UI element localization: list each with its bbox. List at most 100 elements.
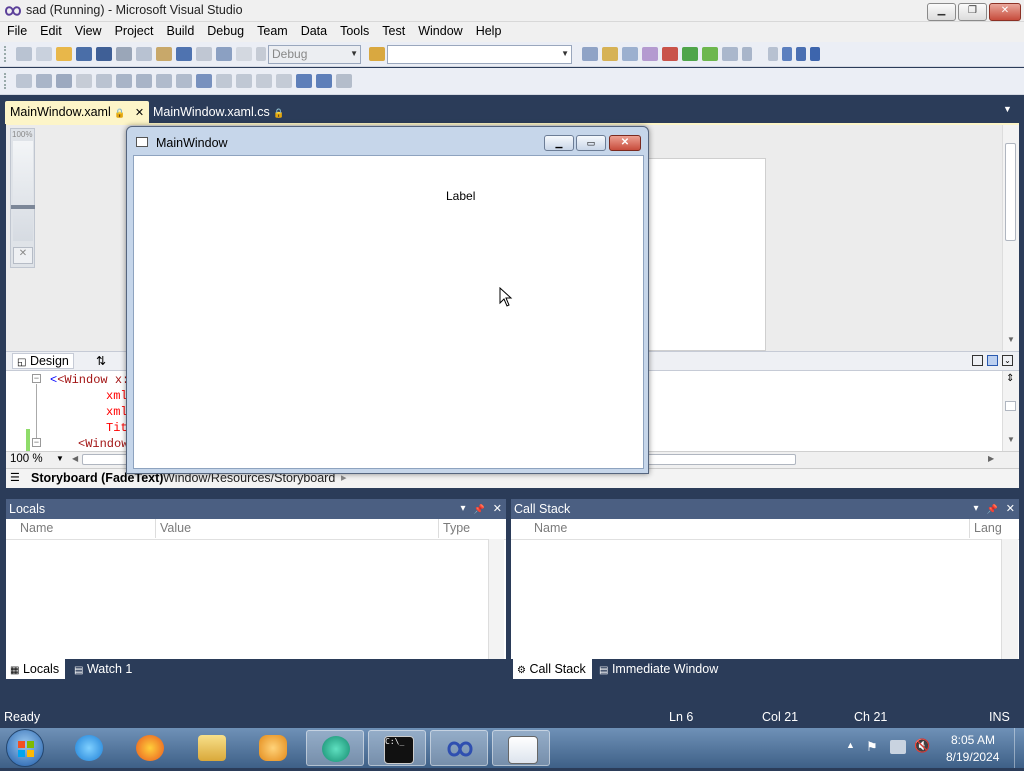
paste-icon[interactable] <box>156 47 172 61</box>
clock-date[interactable]: 8/19/2024 <box>946 750 999 764</box>
volume-muted-icon[interactable]: 🔇 <box>914 738 930 754</box>
network-icon[interactable] <box>890 740 906 754</box>
taskbar-notepad[interactable] <box>492 730 550 766</box>
taskbar-explorer[interactable] <box>183 730 241 766</box>
column-language[interactable]: Lang <box>969 519 1002 538</box>
start-page-icon[interactable] <box>682 47 698 61</box>
call-stack-grid[interactable]: Name Lang <box>511 519 1019 659</box>
pane-dropdown-icon[interactable]: ▾ <box>974 499 979 519</box>
menu-debug[interactable]: Debug <box>200 22 250 38</box>
uncomment-icon[interactable] <box>236 74 252 88</box>
menu-tools[interactable]: Tools <box>333 22 375 38</box>
menu-help[interactable]: Help <box>469 22 508 38</box>
show-desktop-button[interactable] <box>1014 728 1024 768</box>
new-project-icon[interactable] <box>16 47 32 61</box>
pin-icon[interactable]: 📌 <box>987 499 998 519</box>
pane-close-icon[interactable]: ✕ <box>1006 499 1015 519</box>
properties-icon[interactable] <box>602 47 618 61</box>
solution-config-select[interactable]: Debug ▼ <box>268 44 361 64</box>
tab-call-stack[interactable]: ⚙ Call Stack <box>513 659 592 679</box>
scroll-right-icon[interactable]: ▶ <box>988 454 994 463</box>
find-combo[interactable]: ▼ <box>387 44 572 64</box>
scroll-thumb[interactable] <box>1005 143 1016 241</box>
split-handle-icon[interactable]: ⇕ <box>1006 373 1014 384</box>
command-window-icon[interactable] <box>722 47 738 61</box>
menu-edit[interactable]: Edit <box>33 22 68 38</box>
extension-manager-icon[interactable] <box>702 47 718 61</box>
open-file-icon[interactable] <box>56 47 72 61</box>
tab-overflow-icon[interactable]: ▼ <box>1003 104 1012 114</box>
align-grid-icon[interactable] <box>16 74 32 88</box>
tab-mainwindow-xaml-cs[interactable]: MainWindow.xaml.cs 🔒 <box>150 101 287 123</box>
prev-bookmark-icon[interactable] <box>276 74 292 88</box>
continue-icon[interactable] <box>768 47 778 61</box>
save-icon[interactable] <box>76 47 92 61</box>
zoom-track[interactable] <box>13 141 33 241</box>
pane-close-icon[interactable]: ✕ <box>493 499 502 519</box>
collapse-pane-icon[interactable]: ⌄ <box>1002 355 1013 366</box>
close-tab-icon[interactable]: ✕ <box>135 107 144 119</box>
rectangle-icon[interactable] <box>196 74 212 88</box>
pin-icon[interactable]: 📌 <box>474 499 485 519</box>
navigate-icon[interactable] <box>216 47 232 61</box>
clear-bookmarks-icon[interactable] <box>316 74 332 88</box>
swap-panes-icon[interactable]: ⇅ <box>96 354 106 368</box>
redo-icon[interactable] <box>196 47 212 61</box>
bookmark-icon[interactable] <box>256 74 272 88</box>
clock-time[interactable]: 8:05 AM <box>951 733 995 747</box>
cut-icon[interactable] <box>116 47 132 61</box>
menu-build[interactable]: Build <box>159 22 200 38</box>
column-name[interactable]: Name <box>534 519 567 538</box>
column-type[interactable]: Type <box>438 519 470 538</box>
find-in-files-icon[interactable] <box>369 47 385 61</box>
zoom-dropdown-icon[interactable]: ▼ <box>56 454 64 463</box>
restart-icon[interactable] <box>810 47 820 61</box>
action-center-flag-icon[interactable]: ⚑ <box>866 739 878 755</box>
horizontal-split-icon[interactable] <box>987 355 998 366</box>
tab-watch-1[interactable]: ▤ Watch 1 <box>70 659 138 679</box>
spacing-icon[interactable] <box>96 74 112 88</box>
vertical-split-icon[interactable] <box>972 355 983 366</box>
tab-immediate-window[interactable]: ▤ Immediate Window <box>595 659 724 679</box>
running-main-window[interactable]: MainWindow ▁ ▭ ✕ Label <box>126 126 649 474</box>
column-name[interactable]: Name <box>20 519 53 538</box>
running-minimize-button[interactable]: ▁ <box>544 135 574 151</box>
locals-grid[interactable]: Name Value Type <box>6 519 506 659</box>
menu-team[interactable]: Team <box>250 22 294 38</box>
zoom-level[interactable]: 100 % <box>10 453 43 465</box>
break-all-icon[interactable] <box>782 47 792 61</box>
next-bookmark-icon[interactable] <box>296 74 312 88</box>
tab-locals[interactable]: ▦ Locals <box>6 659 66 679</box>
call-stack-scrollbar[interactable] <box>1001 539 1018 659</box>
tools-icon[interactable] <box>662 47 678 61</box>
scroll-down-icon[interactable]: ▼ <box>1007 435 1015 444</box>
scroll-thumb[interactable] <box>1005 401 1016 411</box>
menu-test[interactable]: Test <box>375 22 411 38</box>
center-icon[interactable] <box>156 74 172 88</box>
locals-scrollbar[interactable] <box>488 539 504 659</box>
navigate-forward-icon[interactable] <box>236 47 252 61</box>
document-outline-icon[interactable]: ☰ <box>10 471 20 484</box>
collapse-region-icon[interactable]: − <box>32 374 41 384</box>
menu-data[interactable]: Data <box>294 22 333 38</box>
comment-icon[interactable] <box>216 74 232 88</box>
running-window-client[interactable]: Label <box>133 155 644 469</box>
scroll-left-icon[interactable]: ◀ <box>72 454 78 463</box>
copy-icon[interactable] <box>136 47 152 61</box>
toolbar-options-icon[interactable] <box>336 74 352 88</box>
pane-dropdown-icon[interactable]: ▾ <box>461 499 466 519</box>
align-right-icon[interactable] <box>136 74 152 88</box>
designer-vertical-scrollbar[interactable]: ▼ <box>1002 125 1019 351</box>
align-left-icon[interactable] <box>116 74 132 88</box>
format-icon[interactable] <box>76 74 92 88</box>
menu-file[interactable]: File <box>0 22 33 38</box>
toolbox-icon[interactable] <box>642 47 658 61</box>
start-debug-icon[interactable] <box>256 47 266 61</box>
design-canvas[interactable] <box>648 158 766 351</box>
taskbar-media-player[interactable] <box>244 730 302 766</box>
taskbar-cmd[interactable]: C:\_ <box>368 730 426 766</box>
toolbar-grip[interactable] <box>4 46 10 62</box>
close-button[interactable]: ✕ <box>989 3 1021 21</box>
running-maximize-button[interactable]: ▭ <box>576 135 606 151</box>
taskbar-visual-studio[interactable] <box>430 730 488 766</box>
